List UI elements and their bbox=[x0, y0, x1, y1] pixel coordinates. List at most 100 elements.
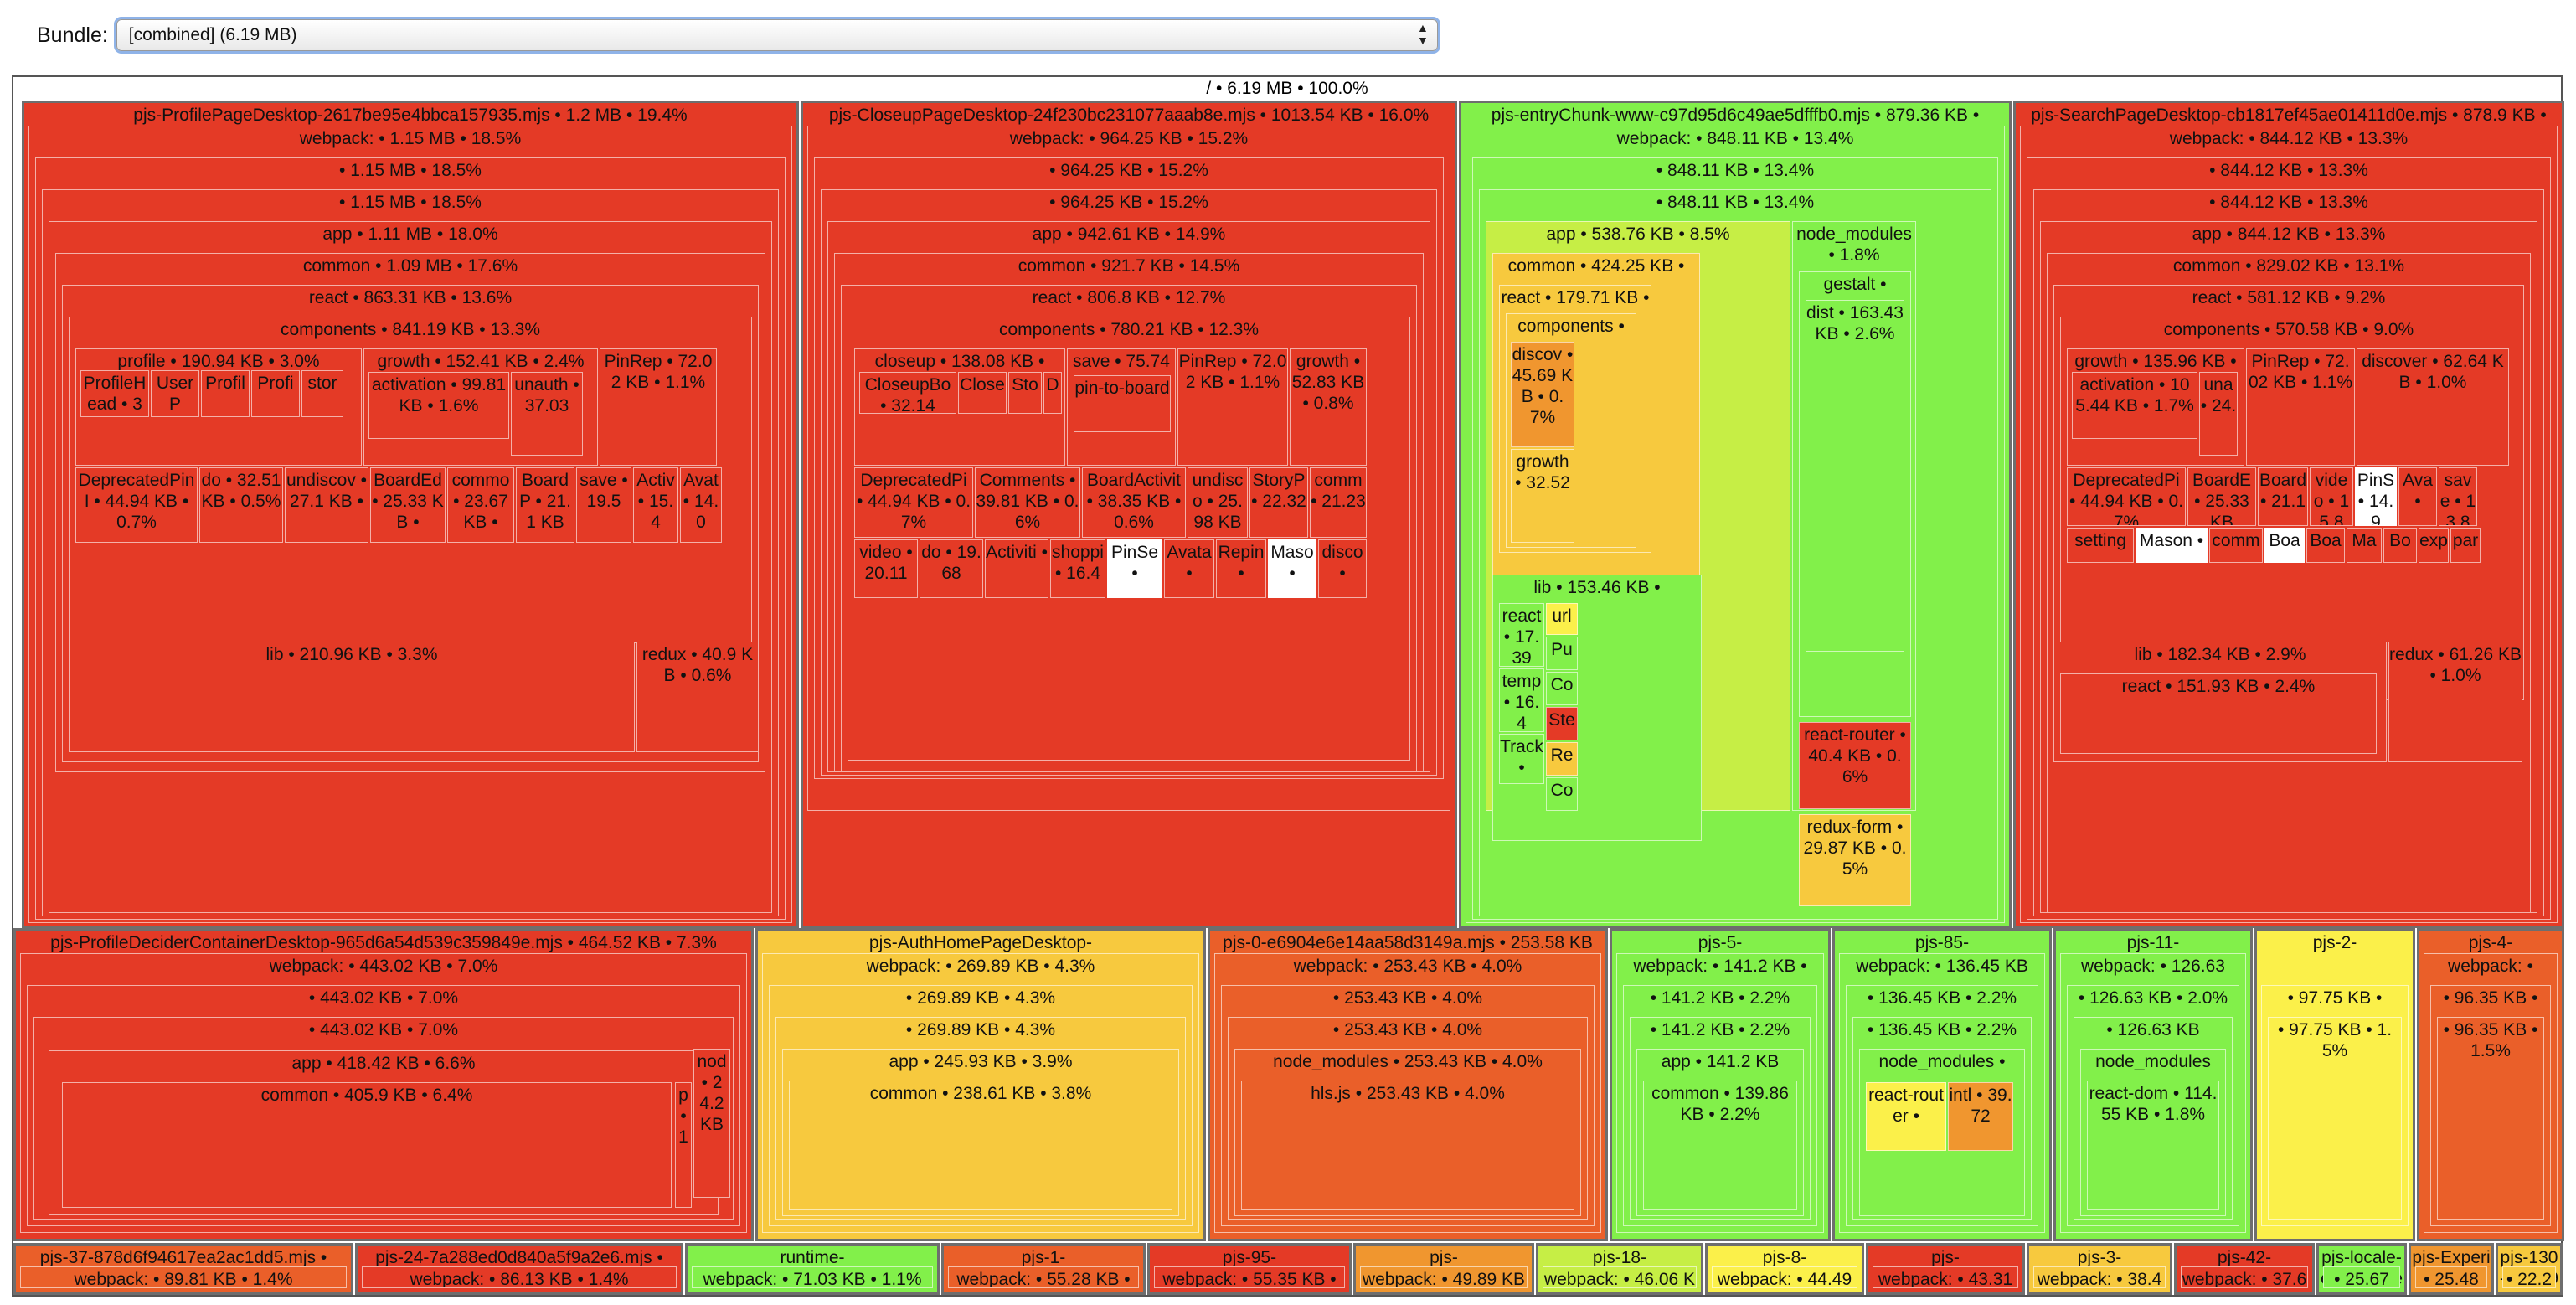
treemap-node[interactable]: video • 20.11 bbox=[854, 539, 918, 598]
treemap-node[interactable]: do • 32.51 KB • 0.5% bbox=[199, 467, 283, 543]
treemap-node[interactable]: Activiti • bbox=[985, 539, 1048, 598]
treemap-node[interactable]: BoardP • 21.1 KB bbox=[516, 467, 574, 543]
treemap-node[interactable]: undiscov • 27.1 KB • bbox=[285, 467, 368, 543]
treemap-node[interactable]: Comments • 39.81 KB • 0.6% bbox=[975, 467, 1080, 538]
treemap-node[interactable]: redux • 61.26 KB • 1.0% bbox=[2388, 642, 2522, 762]
treemap-node[interactable]: Profi bbox=[251, 370, 300, 417]
treemap-node[interactable]: BoardE • 25.33 KB bbox=[2187, 467, 2256, 526]
treemap-node[interactable]: webpack: • 43.31 KB • 0.7% bbox=[1873, 1266, 2018, 1288]
treemap-node[interactable]: react-router • bbox=[1866, 1082, 1946, 1151]
treemap-node[interactable]: Repin • bbox=[1216, 539, 1266, 598]
treemap-node[interactable]: dist • 163.43 KB • 2.6% bbox=[1806, 300, 1904, 652]
treemap-node[interactable]: react • 17.39 bbox=[1499, 603, 1544, 667]
treemap-node[interactable]: webpack: • 38.45 KB • 0.6% bbox=[2033, 1266, 2166, 1288]
treemap-node[interactable]: Board • 21.1 bbox=[2258, 467, 2308, 526]
treemap-node[interactable]: url bbox=[1546, 603, 1578, 635]
treemap-node[interactable]: StoryP • 22.32 bbox=[1249, 467, 1308, 538]
treemap-node[interactable]: redux • 40.9 KB • 0.6% bbox=[636, 642, 759, 752]
treemap-node[interactable]: webpack: • 55.35 KB • 0.9% bbox=[1154, 1266, 1345, 1288]
treemap-node[interactable]: Avata • bbox=[1164, 539, 1214, 598]
treemap-node[interactable]: react-router • 40.4 KB • 0.6% bbox=[1799, 722, 1911, 809]
treemap-node[interactable]: • 22.26 KB • 0.4% bbox=[2502, 1266, 2556, 1288]
treemap-node[interactable]: growth • 52.83 KB • 0.8% bbox=[1290, 348, 1367, 466]
treemap-node[interactable]: comm bbox=[2209, 528, 2263, 563]
treemap-node[interactable]: • 97.75 KB • 1.5% bbox=[2268, 1017, 2402, 1220]
treemap-node[interactable]: comm • 21.23 bbox=[1310, 467, 1367, 538]
treemap-node[interactable]: Maso • bbox=[1268, 539, 1316, 598]
treemap-node[interactable]: save • 19.5 bbox=[576, 467, 631, 543]
treemap-node[interactable]: par bbox=[2450, 528, 2481, 563]
treemap-node[interactable]: D bbox=[1043, 372, 1062, 414]
treemap-node[interactable]: Sto bbox=[1008, 372, 1042, 414]
treemap-node[interactable]: lib • 210.96 KB • 3.3% bbox=[69, 642, 635, 752]
treemap-node[interactable]: discov • 45.69 KB • 0.7% bbox=[1511, 342, 1574, 447]
treemap-node[interactable]: p • 1 bbox=[675, 1082, 692, 1208]
treemap-node[interactable]: PinS • 14.9 bbox=[2355, 467, 2397, 526]
bundle-select[interactable]: [combined] (6.19 MB) ▲ ▼ bbox=[116, 19, 1438, 51]
treemap-node[interactable]: Avat • 14.0 bbox=[680, 467, 722, 543]
treemap-node[interactable]: commo • 23.67 KB • bbox=[447, 467, 514, 543]
treemap-node[interactable]: webpack: • 89.81 KB • 1.4% bbox=[20, 1266, 347, 1288]
treemap-node[interactable]: Activ • 15.4 bbox=[633, 467, 678, 543]
treemap-node[interactable]: stor bbox=[301, 370, 343, 417]
treemap-node[interactable]: disco • bbox=[1318, 539, 1367, 598]
treemap-node[interactable]: PinRep • 72.02 KB • 1.1% bbox=[2246, 348, 2355, 466]
treemap-node[interactable]: common • 238.61 KB • 3.8% bbox=[789, 1081, 1172, 1210]
treemap-node[interactable]: UserP bbox=[151, 370, 199, 417]
treemap-node[interactable]: hls.js • 253.43 KB • 4.0% bbox=[1241, 1081, 1574, 1210]
treemap-node[interactable]: PinRep • 72.02 KB • 1.1% bbox=[600, 348, 717, 466]
treemap-node[interactable]: Close bbox=[958, 372, 1007, 414]
treemap-node[interactable]: DeprecatedPi • 44.94 KB • 0.7% bbox=[854, 467, 973, 538]
treemap-node[interactable]: undisco • 25.98 KB • bbox=[1188, 467, 1248, 538]
treemap-node[interactable]: do • 19.68 bbox=[920, 539, 983, 598]
treemap-node[interactable]: webpack: • 37.61 KB • 0.6% bbox=[2181, 1266, 2308, 1288]
treemap-node[interactable]: exp bbox=[2419, 528, 2449, 563]
treemap-node[interactable]: webpack: • 71.03 KB • 1.1% bbox=[692, 1266, 933, 1288]
treemap-node[interactable]: PinSe • bbox=[1107, 539, 1162, 598]
treemap-node[interactable]: • 25.67 bbox=[2323, 1266, 2400, 1288]
treemap-node[interactable]: Boa bbox=[2264, 528, 2305, 563]
treemap-node[interactable]: BoardActivit • 38.35 KB • 0.6% bbox=[1082, 467, 1186, 538]
treemap-node[interactable]: Co bbox=[1546, 672, 1578, 705]
treemap-node[interactable]: PinRep • 72.02 KB • 1.1% bbox=[1177, 348, 1288, 466]
treemap-node[interactable]: Profil bbox=[201, 370, 250, 417]
treemap-node[interactable]: DeprecatedPinI • 44.94 KB • 0.7% bbox=[75, 467, 198, 543]
treemap-node[interactable]: common • 405.9 KB • 6.4% bbox=[62, 1082, 672, 1208]
treemap-node[interactable]: react • 151.93 KB • 2.4% bbox=[2060, 673, 2377, 754]
treemap-node[interactable]: video • 15.8 bbox=[2310, 467, 2353, 526]
treemap-node[interactable]: redux-form • 29.87 KB • 0.5% bbox=[1799, 814, 1911, 906]
treemap-node[interactable]: • 96.35 KB • 1.5% bbox=[2437, 1017, 2544, 1220]
treemap-node[interactable]: activation • 99.81 KB • 1.6% bbox=[368, 372, 509, 439]
treemap-node[interactable]: temp • 16.4 bbox=[1499, 668, 1544, 732]
treemap-node[interactable]: unauth • 37.03 bbox=[511, 372, 583, 456]
treemap-node[interactable]: DeprecatedPi • 44.94 KB • 0.7% bbox=[2067, 467, 2186, 526]
treemap-node[interactable]: webpack: • 55.28 KB • 0.9% bbox=[948, 1266, 1139, 1288]
treemap-node[interactable]: BoardEd • 25.33 KB • bbox=[370, 467, 446, 543]
treemap-node[interactable]: CloseupBo • 32.14 bbox=[859, 372, 956, 414]
treemap-node[interactable]: Mason • bbox=[2136, 528, 2208, 563]
treemap-node[interactable]: Bo bbox=[2383, 528, 2417, 563]
treemap-node[interactable]: save • 13.8 bbox=[2439, 467, 2477, 526]
treemap-node[interactable]: react-dom • 114.55 KB • 1.8% bbox=[2087, 1081, 2219, 1210]
treemap-node[interactable]: shoppi • 16.4 bbox=[1050, 539, 1105, 598]
treemap-node[interactable]: webpack: • 86.13 KB • 1.4% bbox=[362, 1266, 677, 1288]
treemap-node[interactable]: • 25.48 KB • 0.4% bbox=[2415, 1266, 2487, 1288]
treemap-node[interactable]: Track • bbox=[1499, 734, 1544, 784]
treemap-node[interactable]: una • 24. bbox=[2199, 372, 2238, 456]
treemap-node[interactable]: Ma bbox=[2347, 528, 2382, 563]
treemap-node[interactable]: discover • 62.64 KB • 1.0% bbox=[2357, 348, 2509, 466]
treemap-node[interactable]: Pu bbox=[1546, 637, 1578, 670]
treemap-node[interactable]: ProfileHead • 37.32 KB bbox=[80, 370, 149, 417]
treemap-node[interactable]: setting bbox=[2067, 528, 2134, 563]
treemap-node[interactable]: webpack: • 49.89 KB • 0.8% bbox=[1360, 1266, 1528, 1288]
treemap-node[interactable]: webpack: • 46.06 KB • 0.7% bbox=[1543, 1266, 1697, 1288]
treemap-node[interactable]: Co bbox=[1546, 777, 1578, 811]
treemap-node[interactable]: pin-to-board bbox=[1074, 375, 1171, 432]
treemap-node[interactable]: intl • 39.72 bbox=[1948, 1082, 2013, 1151]
treemap-node[interactable]: Re bbox=[1546, 742, 1578, 776]
treemap-node[interactable]: webpack: • 44.49 KB • 0.7% bbox=[1712, 1266, 1857, 1288]
treemap-node[interactable]: activation • 105.44 KB • 1.7% bbox=[2072, 372, 2197, 439]
treemap-node[interactable]: Ste bbox=[1546, 707, 1578, 740]
treemap-node[interactable]: nod • 24.2 KB bbox=[693, 1049, 730, 1198]
treemap-node[interactable]: common • 139.86 KB • 2.2% bbox=[1643, 1081, 1797, 1210]
